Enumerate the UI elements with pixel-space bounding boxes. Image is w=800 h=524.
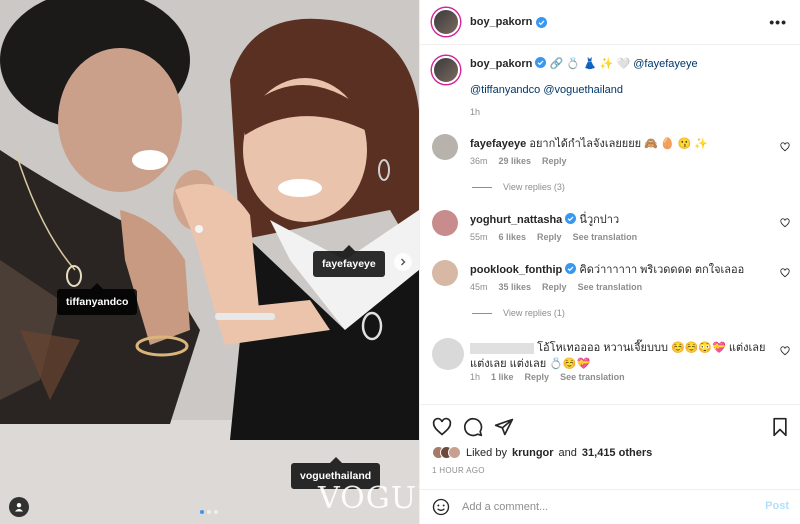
liked-by-prefix: Liked by [466, 446, 507, 459]
post-header: boy_pakorn ••• [420, 0, 800, 45]
comment-reply-button[interactable]: Reply [542, 282, 567, 292]
liked-by-and: and [558, 446, 577, 459]
comment-likes[interactable]: 1 like [491, 372, 514, 382]
comment-likes[interactable]: 6 likes [499, 232, 527, 242]
caption-username[interactable]: boy_pakorn [470, 58, 532, 70]
liked-by-row: Liked by krungor and 31,415 others [432, 446, 652, 459]
comment-likes[interactable]: 35 likes [499, 282, 532, 292]
comment-username[interactable]: yoghurt_nattasha [470, 214, 562, 226]
comment-text: นี่วูกปาว [579, 214, 620, 226]
verified-badge-icon [565, 213, 577, 224]
post-side-panel: boy_pakorn ••• boy_pakorn 🔗 💍 👗 ✨ 🤍 @fay… [419, 0, 800, 524]
user-icon [15, 503, 23, 512]
comment-time: 45m [470, 282, 488, 292]
liked-by-count[interactable]: 31,415 others [582, 447, 652, 459]
add-comment-bar: Post [420, 489, 800, 524]
comment-text: อยากได้กำไลจังเลยยยย 🙈 🥚 😗 ✨ [529, 138, 709, 150]
more-options-button[interactable]: ••• [769, 14, 787, 30]
liker-avatars [432, 446, 461, 459]
tagged-users-button[interactable] [9, 497, 29, 517]
comment-time: 1h [470, 372, 481, 382]
carousel-dots [200, 510, 218, 514]
see-translation-button[interactable]: See translation [578, 282, 643, 292]
photo-tag-fayefayeye[interactable]: fayefayeye [313, 245, 385, 277]
comment-text: คิดว่าาาาาา พริเวดดดด ตกใจเลออ [579, 264, 745, 276]
next-photo-button[interactable] [394, 253, 412, 271]
caption-mention[interactable]: @tiffanyandco [470, 84, 540, 96]
comment-input[interactable] [462, 498, 752, 516]
post-timestamp[interactable]: 1 HOUR AGO [432, 466, 485, 475]
view-replies-button[interactable]: View replies (3) [472, 182, 565, 192]
comment-like-icon[interactable] [780, 346, 790, 356]
carousel-dot [207, 510, 211, 514]
verified-badge-icon [536, 16, 548, 28]
see-translation-button[interactable]: See translation [573, 232, 638, 242]
caption-time: 1h [470, 107, 481, 117]
author-avatar[interactable] [432, 56, 460, 84]
comment-avatar[interactable] [432, 338, 464, 370]
carousel-dot [200, 510, 204, 514]
verified-badge-icon [535, 57, 547, 68]
post-comment-button[interactable]: Post [765, 500, 789, 512]
heart-icon[interactable] [432, 417, 452, 437]
comment-like-icon[interactable] [780, 142, 790, 152]
view-replies-button[interactable]: View replies (1) [472, 308, 565, 318]
smiley-icon[interactable] [432, 498, 450, 516]
caption-mention[interactable]: @fayefayeye [633, 58, 697, 70]
comment-avatar[interactable] [432, 260, 458, 286]
comment-username[interactable]: fayefayeye [470, 138, 526, 150]
comment-like-icon[interactable] [780, 268, 790, 278]
verified-badge-icon [565, 263, 577, 274]
redacted-username [470, 342, 534, 354]
comment-reply-button[interactable]: Reply [525, 372, 550, 382]
bookmark-icon[interactable] [770, 417, 790, 437]
comments-section[interactable]: boy_pakorn 🔗 💍 👗 ✨ 🤍 @fayefayeye @tiffan… [420, 46, 800, 404]
chevron-right-icon [401, 258, 406, 266]
comment-icon[interactable] [463, 417, 483, 437]
comment-reply-button[interactable]: Reply [537, 232, 562, 242]
vogue-logo: VOGUE [318, 481, 419, 516]
comment-avatar[interactable] [432, 134, 458, 160]
author-username[interactable]: boy_pakorn [470, 16, 532, 28]
comment-avatar[interactable] [432, 210, 458, 236]
photo-tag-tiffanyandco[interactable]: tiffanyandco [57, 283, 138, 315]
carousel-dot [214, 510, 218, 514]
see-translation-button[interactable]: See translation [560, 372, 625, 382]
comment-time: 55m [470, 232, 488, 242]
caption-emojis: 🔗 💍 👗 ✨ 🤍 [549, 58, 631, 70]
post-photo[interactable]: tiffanyandco fayefayeye voguethailand VO… [0, 0, 419, 524]
comment-username[interactable]: pooklook_fonthip [470, 264, 562, 276]
liker-avatar[interactable] [448, 446, 461, 459]
comment-reply-button[interactable]: Reply [542, 156, 567, 166]
comment-likes[interactable]: 29 likes [499, 156, 532, 166]
caption-mention[interactable]: @voguethailand [543, 84, 623, 96]
share-icon[interactable] [494, 417, 514, 437]
liked-by-user[interactable]: krungor [512, 447, 554, 459]
author-avatar[interactable] [432, 8, 460, 36]
comment-time: 36m [470, 156, 488, 166]
comment-like-icon[interactable] [780, 218, 790, 228]
